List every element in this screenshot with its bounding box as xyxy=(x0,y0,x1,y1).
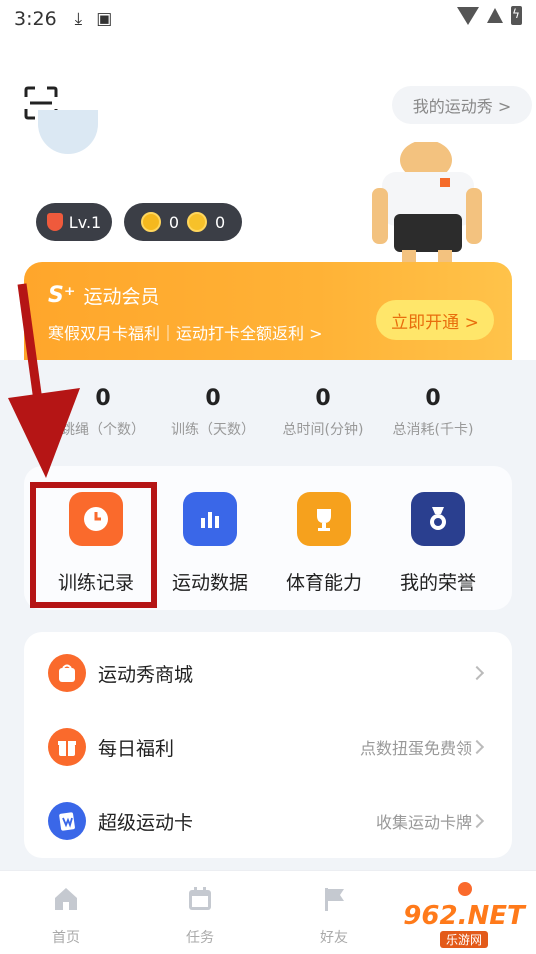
menu-label: 超级运动卡 xyxy=(98,811,194,834)
home-icon xyxy=(55,888,77,910)
bar-chart-icon xyxy=(183,492,237,546)
stat-value: 0 xyxy=(205,386,221,411)
shop-bag-icon xyxy=(48,654,86,692)
flag-icon xyxy=(325,888,344,911)
stat-value: 0 xyxy=(315,386,331,411)
wifi-icon xyxy=(457,6,479,25)
shortcut-sport-ability[interactable]: 体育能力 xyxy=(267,492,381,595)
stat-item: 0 总消耗(千卡) xyxy=(378,386,488,446)
app-notification-icon: ▣ xyxy=(96,9,113,29)
menu-item-shop[interactable]: 运动秀商城 xyxy=(24,636,512,710)
energy-count: 0 xyxy=(215,212,226,232)
status-icons xyxy=(457,6,522,25)
tab-tasks[interactable]: 任务 xyxy=(160,885,240,947)
site-watermark: 962.NET 乐游网 xyxy=(396,898,532,950)
stat-label: 总时间(分钟) xyxy=(282,422,364,438)
menu-hint: 点数扭蛋免费领 xyxy=(359,739,472,758)
status-bar: 3:26 ⤓ ▣ xyxy=(0,0,536,38)
status-time: 3:26 xyxy=(14,8,57,30)
coin-icon xyxy=(140,212,161,232)
chevron-right-icon xyxy=(469,739,485,755)
shortcut-my-honor[interactable]: 我的荣誉 xyxy=(381,492,495,595)
my-sport-show-link[interactable]: 我的运动秀 > xyxy=(392,86,532,124)
menu-item-super-card[interactable]: 超级运动卡 收集运动卡牌 xyxy=(24,784,512,858)
watermark-text: 962.NET xyxy=(403,900,525,931)
menu-hint: 收集运动卡牌 xyxy=(375,813,472,832)
shortcut-label: 运动数据 xyxy=(171,572,248,594)
tab-label: 好友 xyxy=(320,930,348,946)
tab-label: 任务 xyxy=(186,930,214,946)
menu-list: 运动秀商城 每日福利 点数扭蛋免费领 超级运动卡 收集运动卡牌 xyxy=(24,632,512,858)
stat-label: 总消耗(千卡) xyxy=(392,422,474,438)
stat-value: 0 xyxy=(425,386,441,411)
tab-label: 首页 xyxy=(52,930,80,946)
battery-icon xyxy=(511,6,522,25)
menu-label: 运动秀商城 xyxy=(98,663,194,686)
medal-icon xyxy=(411,492,465,546)
coin-count: 0 xyxy=(168,212,179,232)
trophy-icon xyxy=(297,492,351,546)
menu-label: 每日福利 xyxy=(98,737,175,760)
annotation-highlight-box xyxy=(30,482,157,608)
annotation-arrow xyxy=(8,283,80,478)
energy-icon xyxy=(187,212,207,232)
gift-icon xyxy=(48,728,86,766)
tab-friends[interactable]: 好友 xyxy=(294,885,374,947)
card-icon xyxy=(48,802,86,840)
shortcut-sport-data[interactable]: 运动数据 xyxy=(153,492,267,595)
download-icon: ⤓ xyxy=(74,9,83,29)
stat-item: 0 训练（天数） xyxy=(158,386,268,446)
stat-label: 训练（天数） xyxy=(171,422,255,438)
shortcut-label: 我的荣誉 xyxy=(399,572,476,594)
watermark-subtext: 乐游网 xyxy=(439,930,488,948)
level-text: Lv.1 xyxy=(68,212,102,232)
signal-icon xyxy=(487,8,503,23)
menu-item-daily-welfare[interactable]: 每日福利 点数扭蛋免费领 xyxy=(24,710,512,784)
tab-home[interactable]: 首页 xyxy=(26,885,106,947)
shield-icon xyxy=(46,213,63,231)
stats-row: 0 跳绳（个数） 0 训练（天数） 0 总时间(分钟) 0 总消耗(千卡) xyxy=(48,386,488,446)
currency-badge[interactable]: 0 0 xyxy=(124,203,242,241)
shortcut-label: 体育能力 xyxy=(285,572,362,594)
calendar-icon xyxy=(189,887,211,910)
chevron-right-icon xyxy=(469,665,485,681)
open-vip-button[interactable]: 立即开通 > xyxy=(376,300,494,340)
notification-dot xyxy=(458,882,472,896)
level-badge[interactable]: Lv.1 xyxy=(36,203,112,241)
chevron-right-icon xyxy=(469,813,485,829)
stat-item: 0 总时间(分钟) xyxy=(268,386,378,446)
